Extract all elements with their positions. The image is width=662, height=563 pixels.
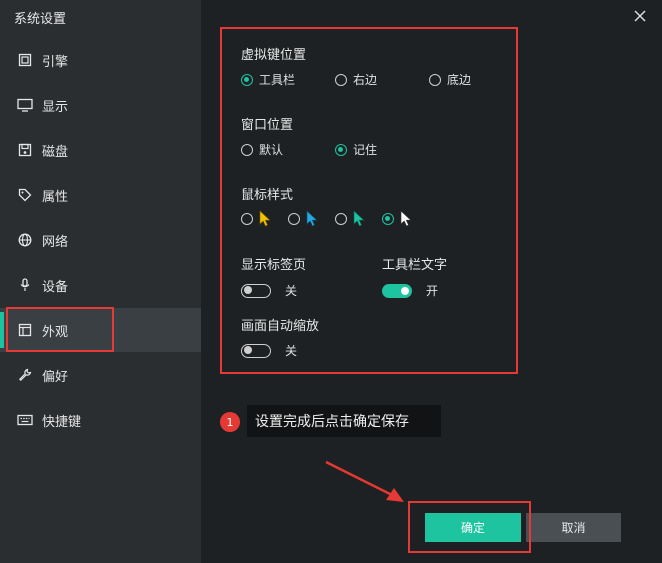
radio-unchecked [429, 73, 441, 86]
confirm-button[interactable]: 确定 [425, 513, 521, 542]
window-title: 系统设置 [14, 12, 67, 27]
virtual-key-bottom-option[interactable]: 底边 [429, 71, 471, 88]
cursor-white-icon [400, 210, 412, 227]
window-position-remember-option[interactable]: 记住 [335, 141, 377, 158]
sidebar-item-label: 设备 [42, 279, 69, 295]
sidebar-item-preference[interactable]: 偏好 [0, 353, 201, 397]
auto-scale-toggle[interactable]: 关 [241, 342, 297, 359]
monitor-icon [16, 96, 34, 114]
virtual-key-right-option[interactable]: 右边 [335, 71, 377, 88]
keyboard-icon [16, 411, 34, 429]
window-icon [16, 321, 34, 339]
close-button[interactable] [630, 6, 650, 26]
sidebar-item-label: 偏好 [42, 369, 69, 385]
sidebar-item-network[interactable]: 网络 [0, 218, 201, 262]
option-label: 工具栏 [259, 73, 296, 87]
radio-checked [382, 212, 394, 225]
sidebar-item-label: 引擎 [42, 54, 69, 70]
option-label: 右边 [353, 73, 378, 87]
globe-icon [16, 231, 34, 249]
sidebar-item-label: 网络 [42, 234, 69, 250]
option-label: 默认 [259, 143, 284, 157]
sidebar-item-label: 显示 [42, 99, 69, 115]
radio-checked [335, 143, 347, 156]
cursor-blue-icon [306, 210, 318, 227]
toggle-state-label: 关 [285, 344, 298, 358]
radio-unchecked [241, 143, 253, 156]
microphone-icon [16, 276, 34, 294]
tag-icon [16, 186, 34, 204]
radio-unchecked [288, 212, 300, 225]
sidebar-item-hotkey[interactable]: 快捷键 [0, 398, 201, 442]
toolbar-text-toggle[interactable]: 开 [382, 282, 438, 299]
sidebar-item-device[interactable]: 设备 [0, 263, 201, 307]
radio-unchecked [335, 73, 347, 86]
toggle-switch [241, 343, 271, 358]
sidebar-item-property[interactable]: 属性 [0, 173, 201, 217]
cancel-button[interactable]: 取消 [526, 513, 621, 542]
toolbar-text-label: 工具栏文字 [382, 258, 448, 273]
option-label: 底边 [447, 73, 472, 87]
sidebar-item-display[interactable]: 显示 [0, 83, 201, 127]
toggle-switch [382, 283, 412, 298]
cursor-yellow-icon [259, 210, 271, 227]
virtual-key-toolbar-option[interactable]: 工具栏 [241, 71, 295, 88]
option-label: 记住 [353, 143, 378, 157]
disk-icon [16, 141, 34, 159]
auto-scale-label: 画面自动缩放 [241, 319, 320, 334]
sidebar-item-label: 外观 [42, 324, 69, 340]
mouse-style-white-option[interactable] [382, 210, 420, 227]
toggle-state-label: 关 [285, 284, 298, 298]
window-position-label: 窗口位置 [241, 118, 294, 133]
toggle-state-label: 开 [426, 284, 439, 298]
sidebar-item-disk[interactable]: 磁盘 [0, 128, 201, 172]
radio-checked [241, 73, 253, 86]
sidebar-item-label: 磁盘 [42, 144, 69, 160]
sidebar-item-label: 属性 [42, 189, 69, 205]
tip-text: 设置完成后点击确定保存 [247, 405, 441, 437]
window-position-default-option[interactable]: 默认 [241, 141, 283, 158]
sidebar-item-appearance[interactable]: 外观 [0, 308, 201, 352]
close-icon [634, 10, 646, 22]
sidebar-item-engine[interactable]: 引擎 [0, 38, 201, 82]
step-badge: 1 [220, 412, 240, 432]
mouse-style-blue-option[interactable] [288, 210, 326, 227]
show-tabs-toggle[interactable]: 关 [241, 282, 297, 299]
chip-icon [16, 51, 34, 69]
show-tabs-label: 显示标签页 [241, 258, 307, 273]
cursor-green-icon [353, 210, 365, 227]
mouse-style-green-option[interactable] [335, 210, 373, 227]
sidebar-item-label: 快捷键 [42, 414, 82, 430]
radio-unchecked [335, 212, 347, 225]
mouse-style-yellow-option[interactable] [241, 210, 279, 227]
wrench-icon [16, 366, 34, 384]
mouse-style-label: 鼠标样式 [241, 188, 294, 203]
virtual-key-position-label: 虚拟键位置 [241, 48, 307, 63]
sidebar: 系统设置 引擎 显示 磁盘 属性 网络 设备 外观 偏好 快捷键 [0, 0, 201, 563]
radio-unchecked [241, 212, 253, 225]
toggle-switch [241, 283, 271, 298]
